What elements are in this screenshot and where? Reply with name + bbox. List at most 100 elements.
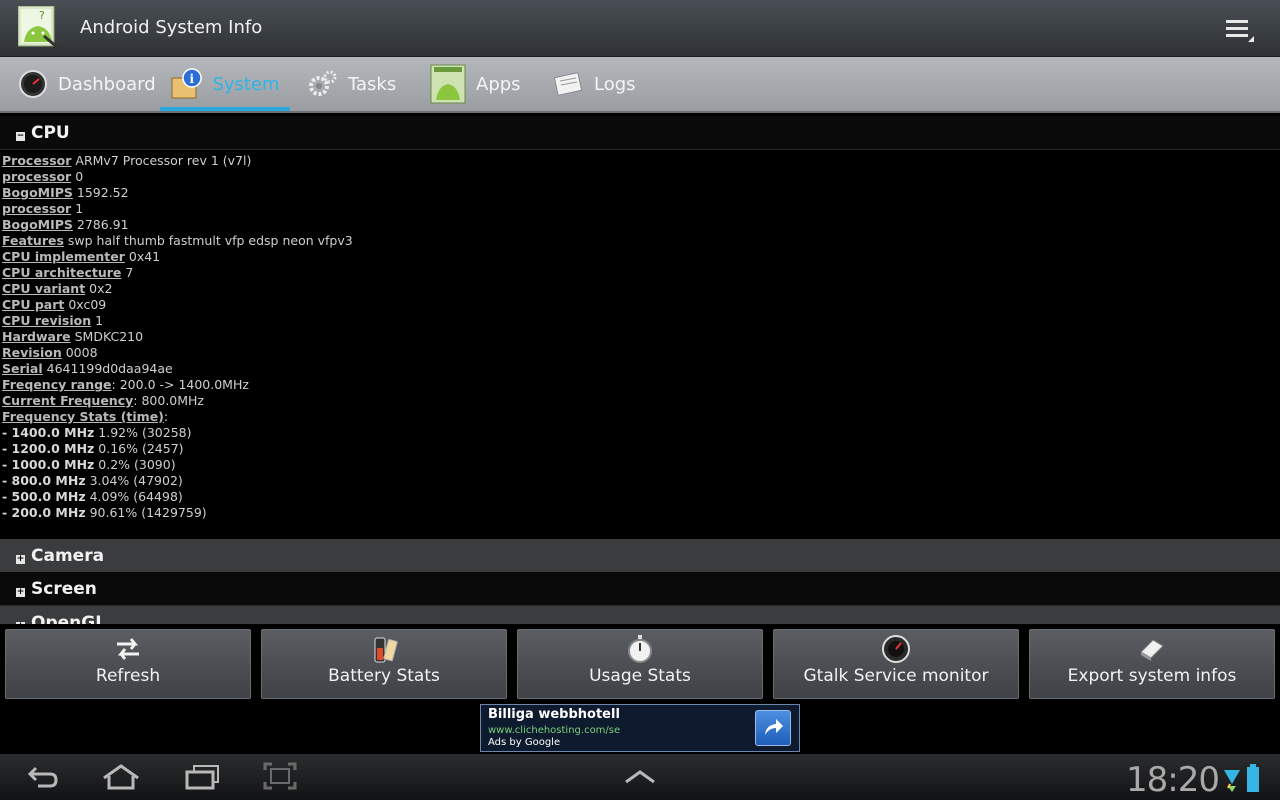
cpu-info-value: 0 bbox=[71, 169, 84, 184]
android-app-icon[interactable]: ? bbox=[18, 6, 58, 48]
export-system-infos-button[interactable]: Export system infos bbox=[1029, 629, 1275, 699]
tab-tasks[interactable]: Tasks bbox=[308, 57, 396, 111]
button-label: Refresh bbox=[95, 666, 161, 686]
tab-dashboard[interactable]: Dashboard bbox=[18, 57, 156, 111]
usage-stats-button[interactable]: Usage Stats bbox=[517, 629, 763, 699]
refresh-button[interactable]: Refresh bbox=[5, 629, 251, 699]
overflow-menu-icon[interactable] bbox=[1222, 14, 1258, 44]
gtalk-service-monitor-button[interactable]: Gtalk Service monitor bbox=[773, 629, 1019, 699]
export-icon bbox=[1140, 639, 1164, 661]
freq-stat-key: - 1400.0 MHz bbox=[2, 425, 95, 440]
cpu-info-row: Hardware SMDKC210 bbox=[2, 329, 353, 345]
freq-stat-value: 0.2% (3090) bbox=[94, 457, 176, 472]
cpu-info-row: Freqency range: 200.0 -> 1400.0MHz bbox=[2, 377, 353, 393]
ad-banner[interactable]: Billiga webbhotell www.clichehosting.com… bbox=[480, 704, 800, 752]
freq-stat-key: - 200.0 MHz bbox=[2, 505, 86, 520]
tab-logs[interactable]: Logs bbox=[554, 57, 636, 111]
tab-system[interactable]: i System bbox=[160, 57, 290, 111]
action-buttons-row: Refresh Battery Stats Usage Stats Gtalk … bbox=[0, 624, 1280, 704]
battery-status-icon bbox=[1247, 764, 1259, 792]
cpu-info-key: Freqency range bbox=[2, 377, 112, 392]
cpu-info-key: CPU implementer bbox=[2, 249, 125, 264]
battery-icon bbox=[374, 637, 398, 663]
cpu-info-value: 0xc09 bbox=[64, 297, 107, 312]
cpu-info-value: 0x2 bbox=[85, 281, 113, 296]
dashboard-gauge-icon bbox=[19, 70, 47, 98]
ad-attribution: Ads by Google bbox=[488, 737, 561, 748]
cpu-info-key: BogoMIPS bbox=[2, 217, 73, 232]
section-screen-header[interactable]: + Screen bbox=[0, 572, 1280, 606]
cpu-info-value: 1 bbox=[71, 201, 84, 216]
recent-apps-icon[interactable] bbox=[182, 760, 222, 792]
freq-stat-key: - 800.0 MHz bbox=[2, 473, 86, 488]
cpu-info-row: Processor ARMv7 Processor rev 1 (v7l) bbox=[2, 153, 353, 169]
freq-stat-value: 1.92% (30258) bbox=[94, 425, 192, 440]
cpu-info-list: Processor ARMv7 Processor rev 1 (v7l) pr… bbox=[2, 153, 353, 521]
logs-icon bbox=[554, 72, 583, 96]
button-label: Gtalk Service monitor bbox=[803, 666, 989, 686]
system-info-content[interactable]: − CPU Processor ARMv7 Processor rev 1 (v… bbox=[0, 116, 1280, 624]
tab-bar: Dashboard i System Tasks Apps Logs bbox=[0, 57, 1280, 113]
cpu-info-row: Serial 4641199d0daa94ae bbox=[2, 361, 353, 377]
action-bar: ? Android System Info bbox=[0, 0, 1280, 57]
cpu-info-value: 1 bbox=[91, 313, 104, 328]
cpu-info-row: CPU revision 1 bbox=[2, 313, 353, 329]
cpu-info-value: ARMv7 Processor rev 1 (v7l) bbox=[71, 153, 252, 168]
freq-stat-row: - 1400.0 MHz 1.92% (30258) bbox=[2, 425, 353, 441]
app-title: Android System Info bbox=[80, 17, 263, 38]
share-arrow-icon[interactable] bbox=[755, 710, 791, 746]
cpu-info-row: Features swp half thumb fastmult vfp eds… bbox=[2, 233, 353, 249]
cpu-info-row: CPU variant 0x2 bbox=[2, 281, 353, 297]
expand-icon: + bbox=[16, 587, 25, 597]
cpu-info-row: CPU architecture 7 bbox=[2, 265, 353, 281]
button-label: Battery Stats bbox=[328, 666, 440, 686]
system-navigation-bar: 18:20 bbox=[0, 754, 1280, 800]
section-camera-header[interactable]: + Camera bbox=[0, 539, 1280, 572]
tab-label: System bbox=[212, 73, 280, 95]
cpu-info-row: processor 0 bbox=[2, 169, 353, 185]
cpu-info-key: Frequency Stats (time) bbox=[2, 409, 164, 424]
section-title: Camera bbox=[31, 545, 105, 566]
gears-icon bbox=[309, 70, 337, 96]
tab-label: Logs bbox=[594, 73, 636, 95]
freq-stat-value: 4.09% (64498) bbox=[85, 489, 183, 504]
stopwatch-icon bbox=[628, 635, 652, 663]
cpu-info-row: Revision 0008 bbox=[2, 345, 353, 361]
screenshot-icon[interactable] bbox=[262, 760, 298, 792]
freq-stat-value: 90.61% (1429759) bbox=[85, 505, 207, 520]
home-icon[interactable] bbox=[100, 760, 142, 792]
cpu-info-value: : 200.0 -> 1400.0MHz bbox=[111, 377, 249, 392]
tab-apps[interactable]: Apps bbox=[430, 57, 521, 111]
tab-label: Apps bbox=[476, 73, 521, 95]
ad-url: www.clichehosting.com/se bbox=[488, 725, 621, 736]
section-cpu-header[interactable]: − CPU bbox=[0, 116, 1280, 150]
cpu-info-key: BogoMIPS bbox=[2, 185, 73, 200]
cpu-info-value: swp half thumb fastmult vfp edsp neon vf… bbox=[63, 233, 353, 248]
android-apps-icon bbox=[430, 64, 466, 104]
svg-text:?: ? bbox=[39, 9, 45, 22]
cpu-info-value: 0008 bbox=[61, 345, 98, 360]
cpu-info-row: BogoMIPS 1592.52 bbox=[2, 185, 353, 201]
cpu-info-value: SMDKC210 bbox=[70, 329, 144, 344]
refresh-arrows-icon bbox=[117, 638, 139, 660]
freq-stat-row: - 800.0 MHz 3.04% (47902) bbox=[2, 473, 353, 489]
cpu-info-value: 7 bbox=[121, 265, 134, 280]
freq-stat-row: - 1200.0 MHz 0.16% (2457) bbox=[2, 441, 353, 457]
back-icon[interactable] bbox=[22, 760, 62, 792]
cpu-info-value: 4641199d0daa94ae bbox=[42, 361, 173, 376]
freq-stat-key: - 1200.0 MHz bbox=[2, 441, 95, 456]
wifi-icon bbox=[1224, 770, 1240, 792]
freq-stat-value: 3.04% (47902) bbox=[85, 473, 183, 488]
freq-stat-value: 0.16% (2457) bbox=[94, 441, 184, 456]
tab-label: Dashboard bbox=[58, 73, 156, 95]
collapse-icon: − bbox=[16, 131, 25, 141]
button-label: Export system infos bbox=[1067, 666, 1237, 686]
menu-up-icon[interactable] bbox=[622, 760, 658, 792]
freq-stat-row: - 500.0 MHz 4.09% (64498) bbox=[2, 489, 353, 505]
section-title: Screen bbox=[31, 578, 97, 599]
section-opengl-header[interactable]: + OpenGL bbox=[0, 606, 1280, 624]
cpu-info-value: : bbox=[163, 409, 169, 424]
cpu-info-value: : 800.0MHz bbox=[133, 393, 204, 408]
button-label: Usage Stats bbox=[589, 666, 691, 686]
battery-stats-button[interactable]: Battery Stats bbox=[261, 629, 507, 699]
